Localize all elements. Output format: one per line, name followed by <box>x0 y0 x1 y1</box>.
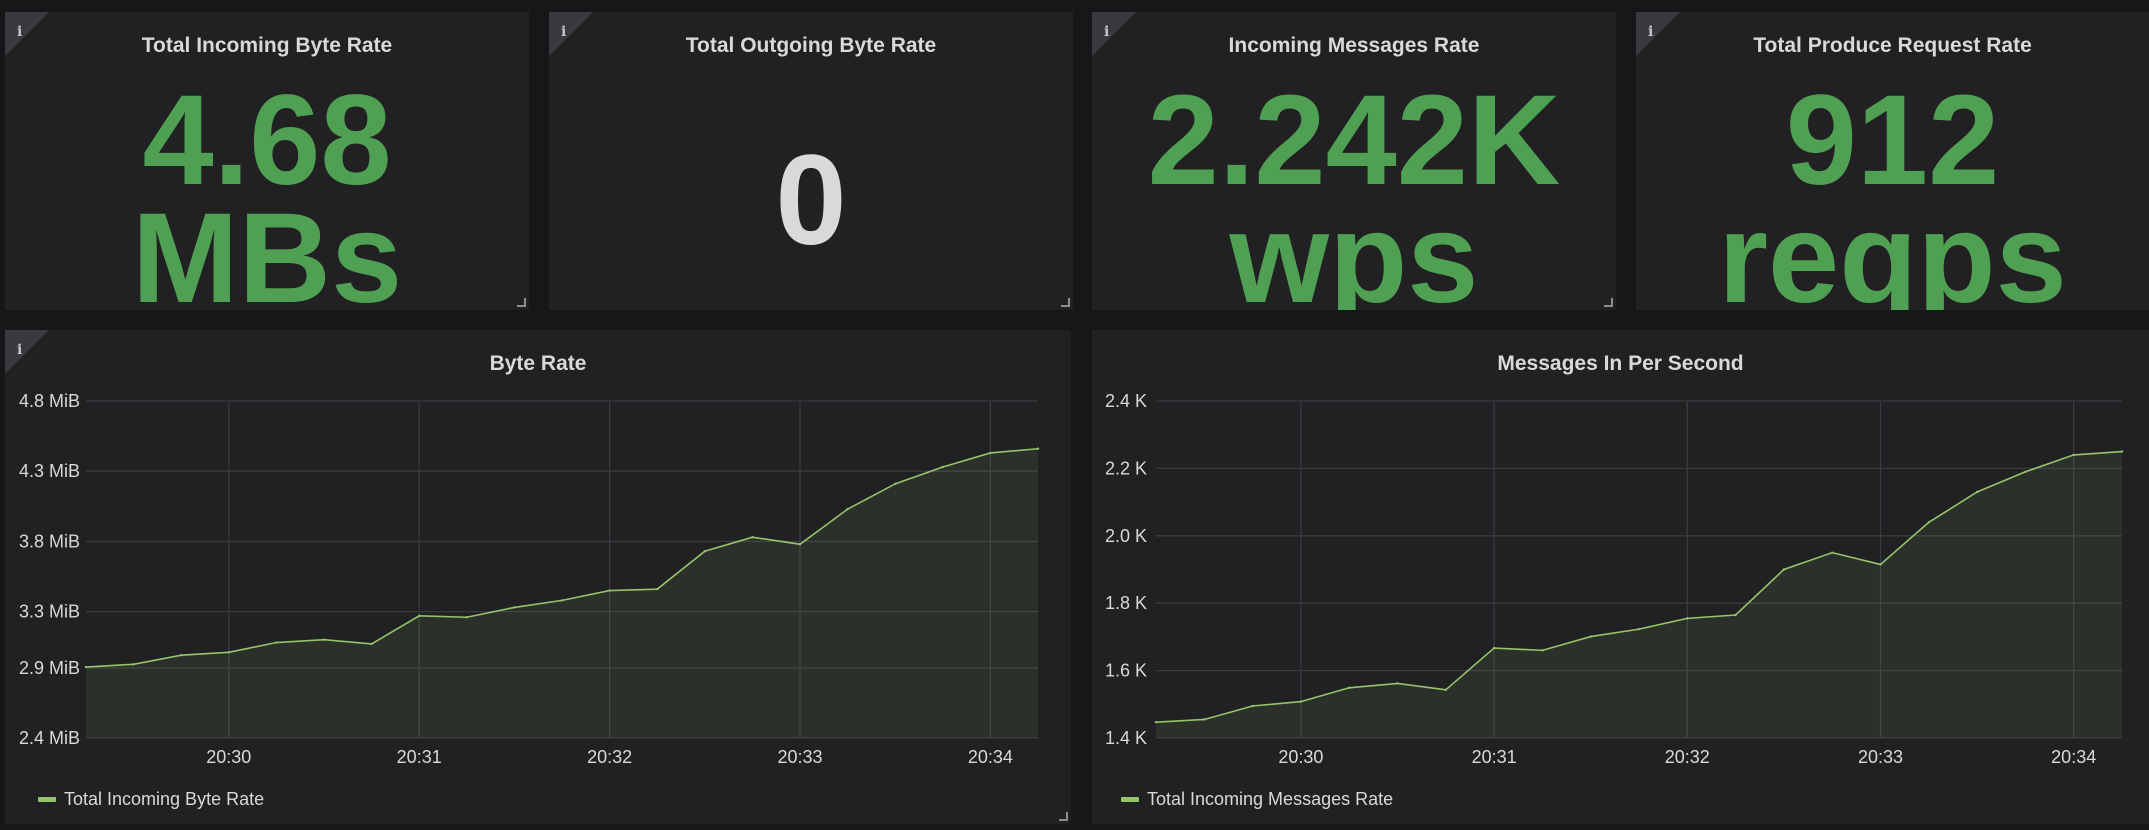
y-tick-label: 2.9 MiB <box>19 658 80 678</box>
panel-title[interactable]: Incoming Messages Rate <box>1092 34 1616 58</box>
data-point <box>560 599 564 602</box>
messages-chart[interactable]: 1.4 K 1.6 K 1.8 K 2.0 K 2.2 K 2.4 K 20:30 20:31… <box>1092 370 2149 810</box>
y-tick-label: 1.8 K <box>1105 593 1147 613</box>
stat-value: 912 reqps <box>1636 69 2149 311</box>
data-point <box>894 482 897 486</box>
x-tick-label: 20:31 <box>397 747 442 767</box>
data-point <box>84 665 88 669</box>
data-point <box>1831 551 1834 554</box>
x-tick-label: 20:30 <box>1278 747 1323 767</box>
data-point <box>2120 450 2124 453</box>
data-point <box>1348 686 1351 689</box>
data-point <box>1396 682 1399 685</box>
x-tick-label: 20:31 <box>1472 747 1517 767</box>
resize-handle-icon[interactable] <box>1061 298 1070 307</box>
data-point <box>1203 718 1206 721</box>
x-tick-label: 20:30 <box>206 747 251 767</box>
data-point <box>846 507 849 511</box>
stat-number: 0 <box>775 129 847 272</box>
data-point <box>513 606 516 609</box>
stat-number: 912 <box>1785 69 2000 212</box>
stat-value: 0 <box>549 129 1073 272</box>
panel-title[interactable]: Total Produce Request Rate <box>1636 34 2149 58</box>
data-point <box>370 642 373 646</box>
data-point <box>1251 704 1254 708</box>
data-point <box>2024 470 2027 473</box>
data-point <box>608 589 611 592</box>
data-point <box>1589 635 1592 638</box>
legend[interactable]: Total Incoming Byte Rate <box>38 789 264 810</box>
stat-unit: wps <box>1229 187 1479 311</box>
data-point <box>2072 453 2075 457</box>
data-point <box>1444 688 1447 692</box>
stat-unit: MBs <box>131 187 403 311</box>
y-tick-label: 3.8 MiB <box>19 531 80 551</box>
data-point <box>227 651 230 654</box>
graph-panel-byte-rate[interactable]: i Byte Rate 2.4 MiB 2.9 MiB 3.3 MiB 3.8 MiB… <box>5 330 1071 824</box>
y-tick-label: 3.3 MiB <box>19 602 80 622</box>
byte-rate-chart[interactable]: 2.4 MiB 2.9 MiB 3.3 MiB 3.8 MiB 4.3 MiB 4.8 M… <box>5 370 1071 810</box>
data-point <box>1299 700 1303 703</box>
data-point <box>418 614 421 618</box>
resize-handle-icon[interactable] <box>1604 298 1613 307</box>
x-tick-label: 20:33 <box>777 747 822 767</box>
resize-handle-icon[interactable] <box>517 298 526 307</box>
legend-swatch <box>38 797 56 802</box>
x-tick-label: 20:34 <box>968 747 1013 767</box>
graph-panel-messages-in[interactable]: Messages In Per Second 1.4 K 1.6 K 1.8 K 2.… <box>1092 330 2149 824</box>
data-point <box>703 550 706 553</box>
data-point <box>132 663 135 666</box>
x-tick-label: 20:33 <box>1858 747 1903 767</box>
data-point <box>989 451 992 455</box>
data-point <box>1686 617 1689 620</box>
y-tick-label: 4.8 MiB <box>19 391 80 411</box>
data-point <box>1975 490 1979 494</box>
stat-panel-incoming-messages-rate[interactable]: i Incoming Messages Rate 2.242K wps <box>1092 12 1616 310</box>
legend[interactable]: Total Incoming Messages Rate <box>1121 789 1393 810</box>
y-tick-label: 1.4 K <box>1105 728 1147 748</box>
panel-title[interactable]: Total Outgoing Byte Rate <box>549 34 1073 58</box>
x-tick-label: 20:32 <box>587 747 632 767</box>
y-tick-label: 2.0 K <box>1105 526 1147 546</box>
y-tick-label: 2.4 K <box>1105 391 1147 411</box>
legend-label[interactable]: Total Incoming Byte Rate <box>64 789 264 810</box>
data-point <box>322 638 326 641</box>
stat-panel-incoming-byte-rate[interactable]: i Total Incoming Byte Rate 4.68 MBs <box>5 12 529 310</box>
data-point <box>180 653 183 657</box>
stat-value: 2.242K wps <box>1092 69 1616 311</box>
y-tick-label: 2.2 K <box>1105 458 1147 478</box>
x-tick-label: 20:32 <box>1665 747 1710 767</box>
stat-value: 4.68 MBs <box>5 69 529 311</box>
data-point <box>465 616 468 619</box>
stat-panel-produce-request-rate[interactable]: i Total Produce Request Rate 912 reqps <box>1636 12 2149 310</box>
data-point <box>1927 521 1930 524</box>
data-point <box>656 587 659 591</box>
stat-number: 2.242K <box>1147 69 1561 212</box>
data-point <box>1782 568 1786 571</box>
data-point <box>1154 720 1158 724</box>
legend-swatch <box>1121 797 1139 802</box>
y-tick-label: 1.6 K <box>1105 661 1147 681</box>
data-point <box>751 536 754 539</box>
data-point <box>1492 646 1496 650</box>
data-point <box>1734 613 1737 617</box>
x-tick-label: 20:34 <box>2051 747 2096 767</box>
stat-panel-outgoing-byte-rate[interactable]: i Total Outgoing Byte Rate 0 <box>549 12 1073 310</box>
y-tick-label: 2.4 MiB <box>19 728 80 748</box>
data-point <box>941 465 944 469</box>
y-tick-label: 4.3 MiB <box>19 461 80 481</box>
data-point <box>275 641 278 644</box>
data-point <box>1541 649 1544 652</box>
resize-handle-icon[interactable] <box>1059 812 1068 821</box>
panel-title[interactable]: Total Incoming Byte Rate <box>5 34 529 58</box>
data-point <box>1036 447 1040 450</box>
legend-label[interactable]: Total Incoming Messages Rate <box>1147 789 1393 810</box>
data-point <box>1879 563 1882 566</box>
data-point <box>798 543 802 546</box>
stat-number: 4.68 <box>142 69 392 212</box>
stat-unit: reqps <box>1718 187 2067 311</box>
data-point <box>1637 627 1641 631</box>
